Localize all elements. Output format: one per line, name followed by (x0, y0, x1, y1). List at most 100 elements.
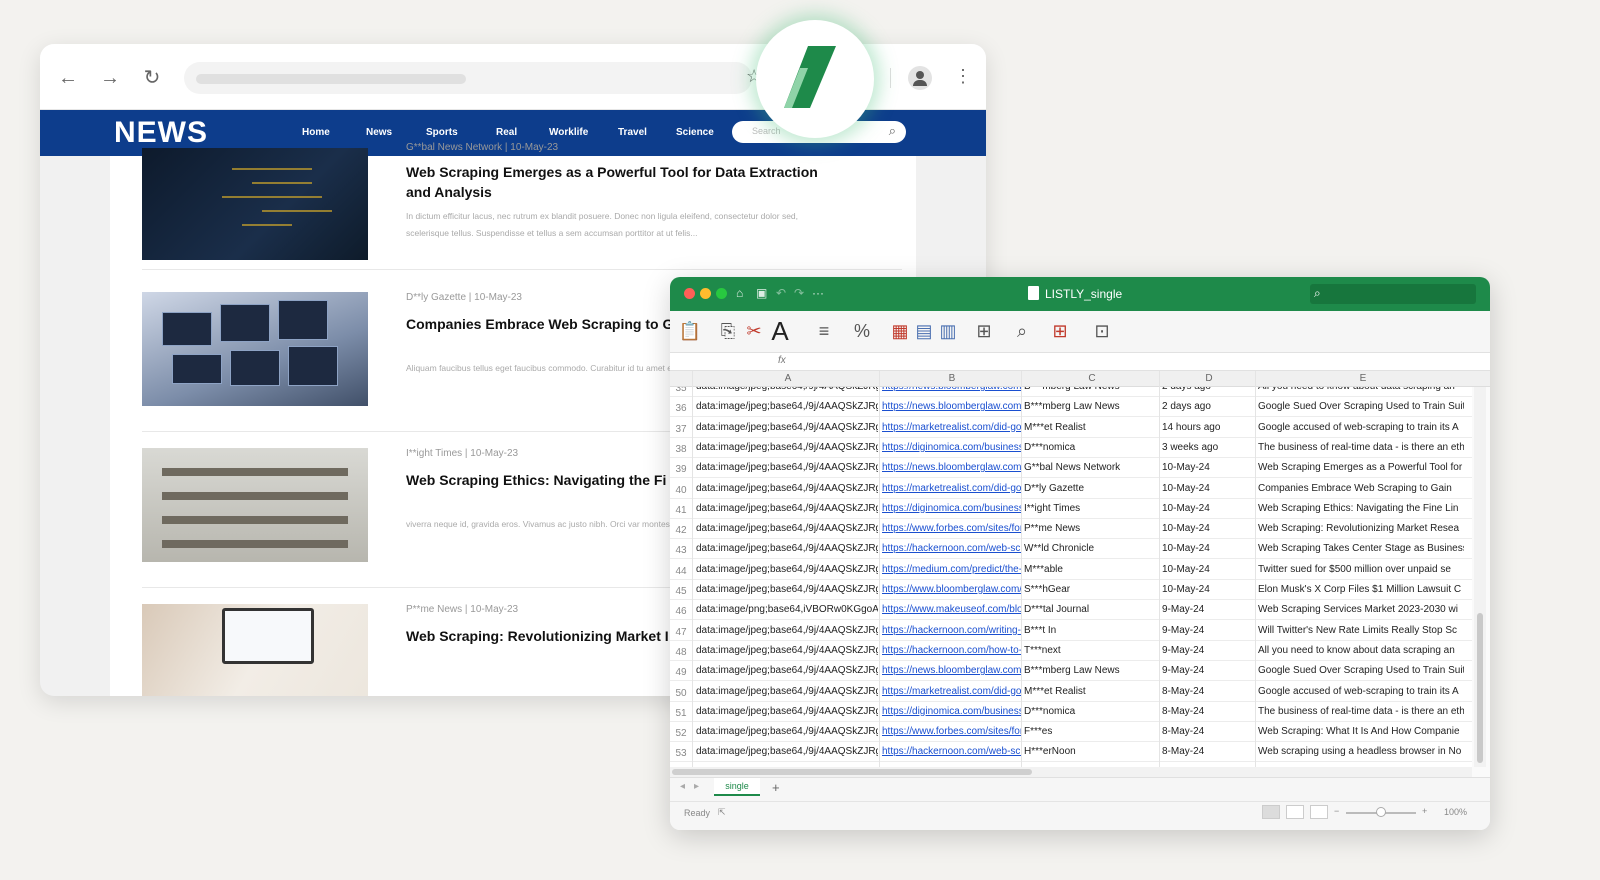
cell-e[interactable]: The business of real-time data - is ther… (1258, 442, 1464, 453)
cell-c[interactable]: M***able (1024, 564, 1158, 575)
column-header-a[interactable]: A (696, 373, 880, 384)
cell-a[interactable]: data:image/jpeg;base64,/9j/4AAQSkZJRg (696, 543, 878, 554)
forward-icon[interactable]: → (98, 66, 122, 90)
article-thumbnail[interactable] (142, 148, 368, 260)
cell-b-link[interactable]: https://www.makeuseof.com/blo (882, 604, 1022, 615)
nav-sports[interactable]: Sports (426, 127, 458, 138)
cell-b-link[interactable]: https://hackernoon.com/web-scra (882, 543, 1022, 554)
cell-e[interactable]: Web scraping using a headless browser in… (1258, 746, 1464, 757)
add-sheet-button[interactable]: + (772, 780, 780, 795)
cell-c[interactable]: B***t In (1024, 625, 1158, 636)
table-row[interactable]: 38 data:image/jpeg;base64,/9j/4AAQSkZJRg h… (670, 438, 1472, 458)
cell-b-link[interactable]: https://news.bloomberglaw.com/ (882, 665, 1022, 676)
cell-b-link[interactable]: https://www.bloomberglaw.com/ (882, 584, 1022, 595)
table-row[interactable]: 52 data:image/jpeg;base64,/9j/4AAQSkZJRg h… (670, 722, 1472, 743)
cell-e[interactable]: Web Scraping Takes Center Stage as Busin… (1258, 543, 1464, 554)
cell-d[interactable]: 10-May-24 (1162, 523, 1254, 534)
cell-d[interactable]: 2 days ago (1162, 401, 1254, 412)
cell-b-link[interactable]: https://www.forbes.com/sites/for (882, 726, 1022, 737)
column-header-c[interactable]: C (1024, 373, 1160, 384)
paste-icon[interactable]: 📋 (676, 317, 704, 345)
redo-icon[interactable]: ↷ (794, 286, 804, 300)
cell-c[interactable]: T***next (1024, 645, 1158, 656)
site-logo[interactable]: NEWS (114, 116, 208, 150)
more-icon[interactable]: ··· (812, 286, 824, 300)
page-break-view-icon[interactable] (1310, 805, 1328, 819)
cell-a[interactable]: data:image/jpeg;base64,/9j/4AAQSkZJRg (696, 523, 878, 534)
cell-a[interactable]: data:image/jpeg;base64,/9j/4AAQSkZJRg (696, 564, 878, 575)
align-icon[interactable]: ≡ (810, 317, 838, 345)
cell-a[interactable]: data:image/jpeg;base64,/9j/4AAQSkZJRg (696, 462, 878, 473)
cell-a[interactable]: data:image/jpeg;base64,/9j/4AAQSkZJRg (696, 726, 878, 737)
cell-grid[interactable]: 35 data:image/jpeg;base64,/9j/4AAQSkZJRg h… (670, 387, 1472, 767)
page-layout-view-icon[interactable] (1286, 805, 1304, 819)
article-thumbnail[interactable] (142, 448, 368, 562)
column-header-b[interactable]: B (882, 373, 1022, 384)
cell-e[interactable]: Elon Musk's X Corp Files $1 Million Laws… (1258, 584, 1464, 595)
percent-icon[interactable]: % (848, 317, 876, 345)
cell-b-link[interactable]: https://news.bloomberglaw.com/ (882, 387, 1022, 392)
cell-d[interactable]: 9-May-24 (1162, 604, 1254, 615)
prev-sheet-icon[interactable]: ◂ (680, 781, 685, 792)
cell-b-link[interactable]: https://marketrealist.com/did-goo (882, 483, 1022, 494)
cell-c[interactable]: I**ight Times (1024, 503, 1158, 514)
cell-c[interactable]: D***nomica (1024, 442, 1158, 453)
nav-real[interactable]: Real (496, 127, 517, 138)
cell-e[interactable]: Web Scraping: Revolutionizing Market Res… (1258, 523, 1464, 534)
table-row[interactable]: 44 data:image/jpeg;base64,/9j/4AAQSkZJRg h… (670, 560, 1472, 580)
cell-c[interactable]: M***et Realist (1024, 686, 1158, 697)
nav-home[interactable]: Home (302, 127, 330, 138)
cell-c[interactable]: B***mberg Law News (1024, 665, 1158, 676)
cell-c[interactable]: P**me News (1024, 523, 1158, 534)
cell-a[interactable]: data:image/jpeg;base64,/9j/4AAQSkZJRg (696, 422, 878, 433)
nav-news[interactable]: News (366, 127, 392, 138)
cell-a[interactable]: data:image/jpeg;base64,/9j/4AAQSkZJRg (696, 686, 878, 697)
table-row[interactable]: 53 data:image/jpeg;base64,/9j/4AAQSkZJRg h… (670, 742, 1472, 763)
cell-a[interactable]: data:image/jpeg;base64,/9j/4AAQSkZJRg (696, 746, 878, 757)
cell-d[interactable]: 9-May-24 (1162, 645, 1254, 656)
cell-b-link[interactable]: https://hackernoon.com/how-to-s (882, 645, 1022, 656)
address-bar[interactable] (184, 62, 752, 94)
nav-travel[interactable]: Travel (618, 127, 647, 138)
cell-a[interactable]: data:image/jpeg;base64,/9j/4AAQSkZJRg (696, 625, 878, 636)
table-row[interactable]: 41 data:image/jpeg;base64,/9j/4AAQSkZJRg h… (670, 499, 1472, 519)
zoom-in-icon[interactable]: + (1422, 806, 1427, 816)
freeze-panes-icon[interactable]: ⊞ (1046, 317, 1074, 345)
profile-avatar-icon[interactable] (908, 66, 932, 90)
zoom-view-icon[interactable]: ⊡ (1088, 317, 1116, 345)
conditional-format-icon[interactable]: ▥ (934, 317, 962, 345)
cell-b-link[interactable]: https://diginomica.com/business-i (882, 442, 1022, 453)
close-window-icon[interactable] (684, 288, 695, 299)
cell-e[interactable]: Google Sued Over Scraping Used to Train … (1258, 401, 1464, 412)
article-item[interactable]: G**bal News Network | 10-May-23 Web Scra… (142, 142, 902, 270)
cell-a[interactable]: data:image/jpeg;base64,/9j/4AAQSkZJRg (696, 503, 878, 514)
vertical-scrollbar[interactable] (1474, 387, 1486, 767)
cell-d[interactable]: 10-May-24 (1162, 584, 1254, 595)
cell-e[interactable]: Web Scraping Ethics: Navigating the Fine… (1258, 503, 1464, 514)
cut-icon[interactable]: ✂ (740, 317, 768, 345)
cell-b-link[interactable]: https://diginomica.com/business-i (882, 503, 1022, 514)
cell-b-link[interactable]: https://diginomica.com/business-i (882, 706, 1022, 717)
table-row[interactable]: 36 data:image/jpeg;base64,/9j/4AAQSkZJRg h… (670, 397, 1472, 418)
macro-record-icon[interactable]: ⇱ (718, 807, 726, 818)
horizontal-scrollbar[interactable] (670, 767, 1472, 777)
cell-c[interactable]: D***tal Journal (1024, 604, 1158, 615)
column-header-e[interactable]: E (1258, 373, 1468, 384)
table-row[interactable]: 49 data:image/jpeg;base64,/9j/4AAQSkZJRg h… (670, 661, 1472, 682)
cell-c[interactable]: G**bal News Network (1024, 462, 1158, 473)
cell-e[interactable]: Twitter sued for $500 million over unpai… (1258, 564, 1464, 575)
cell-a[interactable]: data:image/png;base64,iVBORw0KGgoA (696, 604, 878, 615)
cell-d[interactable]: 10-May-24 (1162, 564, 1254, 575)
table-row[interactable]: 45 data:image/jpeg;base64,/9j/4AAQSkZJRg h… (670, 580, 1472, 600)
cell-d[interactable]: 8-May-24 (1162, 726, 1254, 737)
cell-a[interactable]: data:image/jpeg;base64,/9j/4AAQSkZJRg (696, 442, 878, 453)
cell-b-link[interactable]: https://news.bloomberglaw.com/ (882, 462, 1022, 473)
minimize-window-icon[interactable] (700, 288, 711, 299)
cell-e[interactable]: Will Twitter's New Rate Limits Really St… (1258, 625, 1464, 636)
cell-c[interactable]: D**ly Gazette (1024, 483, 1158, 494)
cell-a[interactable]: data:image/jpeg;base64,/9j/4AAQSkZJRg (696, 401, 878, 412)
formula-bar[interactable]: fx (670, 353, 1490, 371)
maximize-window-icon[interactable] (716, 288, 727, 299)
cell-c[interactable]: B***mberg Law News (1024, 401, 1158, 412)
reload-icon[interactable]: ↻ (140, 66, 164, 90)
